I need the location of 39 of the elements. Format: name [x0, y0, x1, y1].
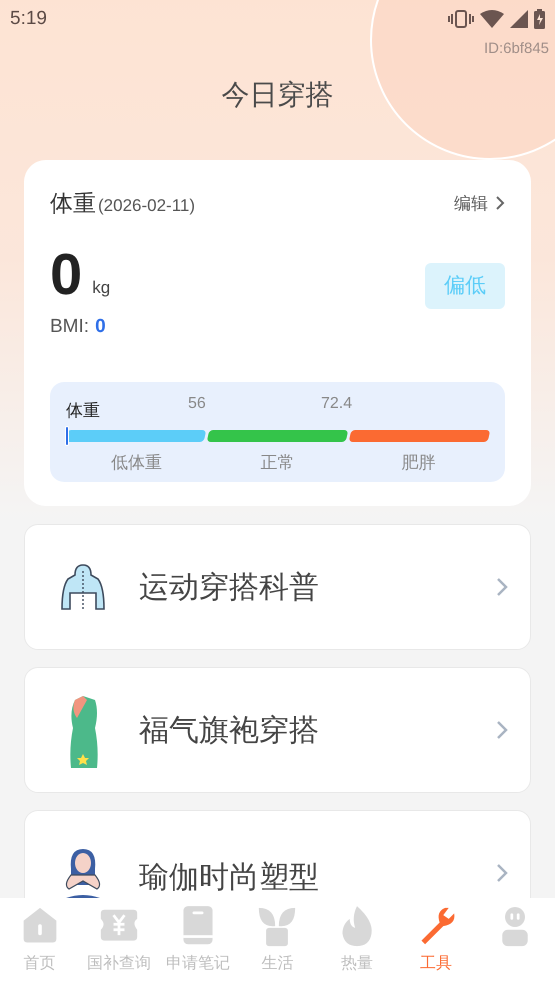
page-title: 今日穿搭 [222, 78, 334, 112]
threshold-value: 56 [188, 394, 206, 414]
weight-value: 0 [50, 246, 82, 302]
weight-date: (2026-02-11) [98, 195, 196, 217]
status-badge: 偏低 [425, 262, 505, 308]
menu-item[interactable]: 瑜伽时尚塑型 [24, 810, 531, 898]
menu-label: 运动穿搭科普 [139, 570, 320, 606]
nav-tab[interactable]: 热量 [317, 898, 396, 986]
menu-label: 福气旗袍穿搭 [139, 712, 320, 748]
edit-link[interactable]: 编辑 [454, 190, 505, 216]
bmi-value: 0 [95, 314, 106, 338]
menu-label: 瑜伽时尚塑型 [139, 860, 320, 896]
wifi-icon [480, 10, 504, 28]
plant-icon [257, 906, 298, 948]
chevron-right-icon [496, 577, 508, 597]
status-time: 5:19 [10, 6, 47, 31]
segment-label: 正常 [260, 452, 294, 474]
bmi-label: BMI: [50, 314, 90, 338]
nav-tab[interactable]: 生活 [238, 898, 318, 986]
battery-icon [534, 9, 545, 29]
segment-label: 低体重 [111, 452, 162, 474]
nav-tab[interactable]: 申请笔记 [158, 898, 238, 986]
threshold-value: 72.4 [321, 394, 352, 414]
chevron-right-icon [496, 720, 508, 740]
signal-icon [510, 10, 528, 28]
weight-unit: kg [92, 277, 110, 299]
chevron-right-icon [496, 863, 508, 883]
vibrate-icon [448, 10, 474, 28]
menu-item[interactable]: 运动穿搭科普 [24, 524, 531, 650]
nav-tab[interactable]: 国补查询 [79, 898, 159, 986]
chevron-right-icon [496, 196, 505, 210]
nav-tab[interactable]: 首页 [0, 898, 80, 986]
hoodie-icon [60, 563, 106, 611]
scale-label: 体重 [66, 400, 100, 416]
nav-tab[interactable]: 工具 [396, 898, 476, 986]
device-id: ID:6bf845 [484, 39, 549, 59]
segment-label: 肥胖 [402, 452, 436, 474]
menu-item[interactable]: 福气旗袍穿搭 [24, 667, 531, 793]
weight-label: 体重 [50, 189, 96, 218]
